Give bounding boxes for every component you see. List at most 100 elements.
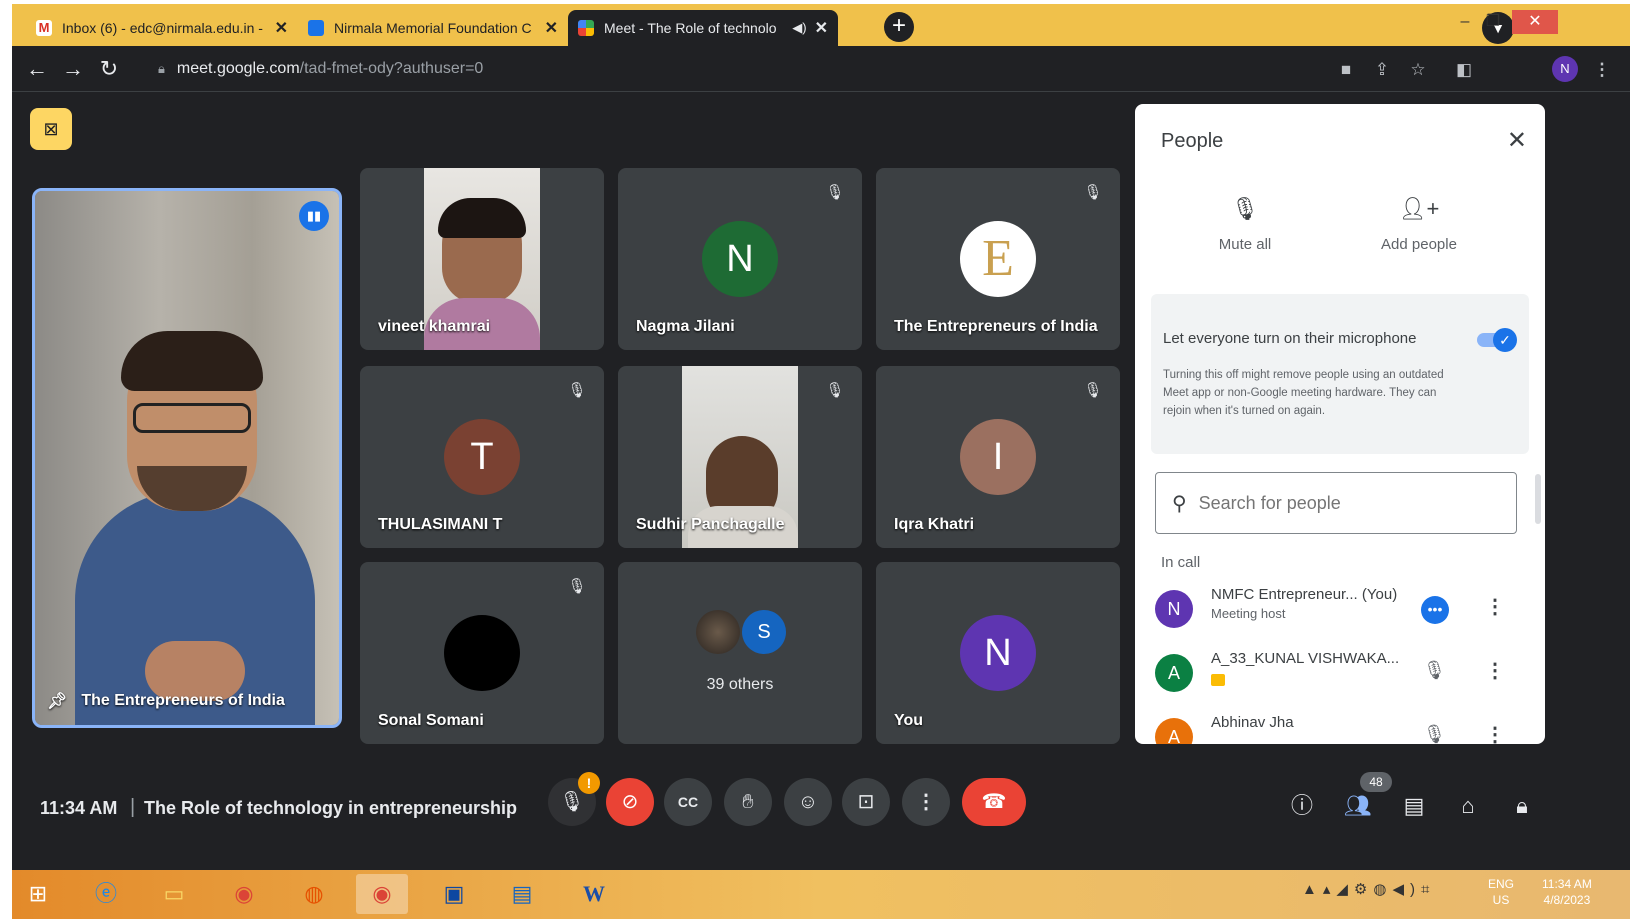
chrome-profile-icon[interactable]: ◉ <box>356 874 408 914</box>
avatar: N <box>1155 590 1193 628</box>
system-tray[interactable]: ▲▴◢⚙◍◀)⌗ <box>1302 880 1435 898</box>
people-icon[interactable]: 👥︎ <box>1342 790 1374 822</box>
mic-off-icon[interactable]: 🎙︎ <box>1423 660 1446 681</box>
participant-tile[interactable]: vineet khamrai <box>360 168 604 350</box>
tab-foundation[interactable]: Nirmala Memorial Foundation C ✕ <box>298 10 568 46</box>
divider: | <box>130 796 136 818</box>
participant-name: NMFC Entrepreneur... (You) <box>1211 586 1398 603</box>
search-icon: ⚲ <box>1172 492 1187 515</box>
participant-role: Meeting host <box>1211 606 1286 621</box>
camera-off-button[interactable]: ⊘ <box>606 778 654 826</box>
check-icon: ✓ <box>1493 328 1517 352</box>
file-explorer-icon[interactable]: ▭ <box>148 874 200 914</box>
participant-name: Sonal Somani <box>378 712 484 729</box>
participant-name: A_33_KUNAL VISHWAKA... <box>1211 650 1400 667</box>
others-tile[interactable]: S 39 others <box>618 562 862 744</box>
activities-icon[interactable]: ⌂ <box>1452 790 1484 822</box>
firefox-icon[interactable]: ◍ <box>288 874 340 914</box>
audio-playing-icon[interactable]: ◀) <box>792 20 806 36</box>
host-controls-icon[interactable]: 🔒︎ <box>1506 790 1538 822</box>
tab-meet[interactable]: Meet - The Role of technolo ◀) ✕ <box>568 10 838 46</box>
bookmark-star-icon[interactable]: ☆ <box>1406 58 1430 82</box>
search-input[interactable] <box>1198 492 1479 514</box>
mic-off-icon: 🎙︎ <box>825 382 845 399</box>
more-options-icon[interactable]: ••• <box>1421 596 1449 624</box>
mic-off-icon: 🎙︎ <box>1083 382 1103 399</box>
meet-icon <box>578 20 594 36</box>
new-tab-button[interactable]: + <box>884 12 914 42</box>
word-icon[interactable]: W <box>568 874 620 914</box>
leave-call-button[interactable]: ☎ <box>962 778 1026 826</box>
kebab-menu-icon[interactable]: ⋮ <box>1485 722 1505 744</box>
mic-off-icon[interactable]: 🎙︎ <box>1423 724 1446 744</box>
captions-button[interactable]: CC <box>664 778 712 826</box>
kebab-menu-icon[interactable]: ⋮ <box>1485 594 1505 619</box>
chrome-icon[interactable]: ◉ <box>218 874 270 914</box>
mute-all-button[interactable]: 🎙︎ Mute all <box>1185 196 1305 253</box>
others-count: 39 others <box>706 676 774 693</box>
participant-tile[interactable]: 🎙︎ N Nagma Jilani <box>618 168 862 350</box>
participant-name: You <box>894 712 924 729</box>
participant-tile[interactable]: 🎙︎ T THULASIMANI T <box>360 366 604 548</box>
avatar: E <box>960 221 1036 297</box>
profile-avatar[interactable]: N <box>1552 56 1578 82</box>
scrollbar[interactable] <box>1535 474 1541 524</box>
camera-off-icon[interactable]: ⊠ <box>30 108 72 150</box>
share-icon[interactable]: ⇪ <box>1370 58 1394 82</box>
mic-setting-toggle[interactable]: ✓ <box>1477 328 1517 352</box>
participant-tile[interactable]: 🎙︎ E The Entrepreneurs of India <box>876 168 1120 350</box>
camera-indicator-icon[interactable]: ■ <box>1334 58 1358 82</box>
self-tile[interactable]: N You <box>876 562 1120 744</box>
participant-row[interactable]: N NMFC Entrepreneur... (You) Meeting hos… <box>1155 582 1535 638</box>
raise-hand-button[interactable]: ✋︎ <box>724 778 772 826</box>
meeting-details-icon[interactable]: ⓘ <box>1286 790 1318 822</box>
language-indicator[interactable]: ENG US <box>1488 876 1514 908</box>
close-icon[interactable]: ✕ <box>275 18 288 38</box>
participant-tile[interactable]: 🎙︎ Sonal Somani <box>360 562 604 744</box>
meeting-time: 11:34 AM <box>40 798 118 818</box>
pinned-tile[interactable]: ▮▮ 📌︎ The Entrepreneurs of India <box>32 188 342 728</box>
back-icon[interactable]: ← <box>22 54 52 84</box>
add-people-button[interactable]: 👤︎+ Add people <box>1359 196 1479 253</box>
chat-icon[interactable]: ▤ <box>1398 790 1430 822</box>
participant-name: The Entrepreneurs of India <box>81 692 285 709</box>
minimize-icon[interactable]: – <box>1450 10 1480 34</box>
search-people-box[interactable]: ⚲ <box>1155 472 1517 534</box>
participant-video <box>438 198 526 238</box>
mic-off-icon: 🎙︎ <box>567 382 587 399</box>
close-icon[interactable]: ✕ <box>815 18 828 38</box>
participant-tile[interactable]: 🎙︎ I Iqra Khatri <box>876 366 1120 548</box>
remote-desktop-icon[interactable]: ▤ <box>496 874 548 914</box>
participant-tile[interactable]: 🎙︎ Sudhir Panchagalle <box>618 366 862 548</box>
internet-explorer-icon[interactable]: ⓔ <box>80 874 132 914</box>
pin-icon[interactable]: 📌︎ <box>47 691 67 711</box>
more-options-button[interactable]: ⋮ <box>902 778 950 826</box>
participant-name: vineet khamrai <box>378 318 491 335</box>
start-icon[interactable]: ⊞ <box>12 874 64 914</box>
side-panel-icon[interactable]: ◧ <box>1452 58 1476 82</box>
avatar: A <box>1155 654 1193 692</box>
participant-row[interactable]: A Abhinav Jha 🎙︎ ⋮ <box>1155 710 1535 744</box>
tab-gmail[interactable]: M Inbox (6) - edc@nirmala.edu.in - ✕ <box>26 10 298 46</box>
address-bar[interactable]: 🔒︎ meet.google.com/tad-fmet-ody?authuser… <box>146 52 1396 86</box>
reload-icon[interactable]: ↻ <box>94 54 124 84</box>
close-icon[interactable]: ✕ <box>545 18 558 38</box>
window-close-icon[interactable]: ✕ <box>1512 10 1558 34</box>
meet-stage: ⊠ ▮▮ 📌︎ The Entrepreneurs of India vinee… <box>12 92 1630 870</box>
close-icon[interactable]: ✕ <box>1507 126 1527 155</box>
system-clock[interactable]: 11:34 AM 4/8/2023 <box>1542 876 1592 908</box>
kebab-menu-icon[interactable]: ⋮ <box>1485 658 1505 683</box>
present-button[interactable]: ⊡ <box>842 778 890 826</box>
tab-title: Meet - The Role of technolo <box>604 20 777 36</box>
lock-icon: 🔒︎ <box>158 61 165 76</box>
camera-off-icon <box>1211 674 1225 686</box>
photos-icon[interactable]: ▣ <box>428 874 480 914</box>
meet-control-bar: 11:34 AM | The Role of technology in ent… <box>12 762 1630 870</box>
speaking-indicator-icon: ▮▮ <box>299 201 329 231</box>
forward-icon[interactable]: → <box>58 54 88 84</box>
tab-title: Inbox (6) - edc@nirmala.edu.in - <box>62 20 263 36</box>
restore-icon[interactable]: ❐ <box>1478 10 1508 34</box>
participant-row[interactable]: A A_33_KUNAL VISHWAKA... 🎙︎ ⋮ <box>1155 646 1535 702</box>
browser-menu-icon[interactable]: ⋮ <box>1590 58 1614 82</box>
emoji-button[interactable]: ☺ <box>784 778 832 826</box>
